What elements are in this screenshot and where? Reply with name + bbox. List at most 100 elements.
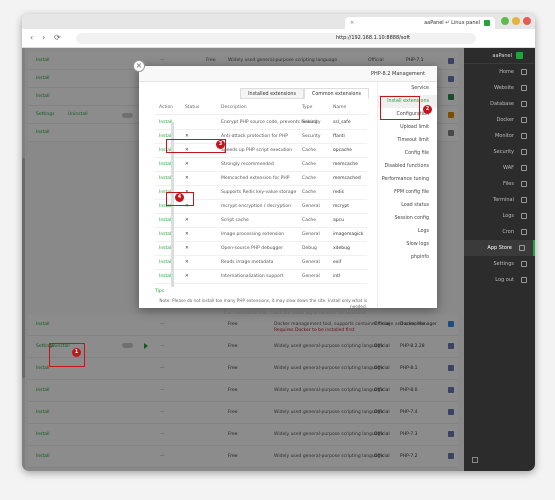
sidebar-item-label: Files: [503, 181, 514, 187]
dialog-menu-item[interactable]: Performance tuning: [378, 173, 437, 186]
sidebar-item[interactable]: Docker: [464, 112, 535, 128]
extension-row: Install ✕ Script cache Cache apcu: [155, 214, 367, 228]
collapse-icon[interactable]: [472, 457, 478, 463]
sidebar-item-label: Log out: [495, 277, 514, 283]
col-status: Status: [185, 105, 200, 110]
extension-type: General: [302, 232, 320, 237]
browser-tab[interactable]: × aaPanel ↵ Linux panel: [345, 17, 495, 29]
sidebar-item-label: Home: [499, 69, 514, 75]
dialog-menu-item[interactable]: Slow logs: [378, 238, 437, 251]
docker-icon: [521, 117, 527, 123]
extension-description: Speeds up PHP script execution: [221, 148, 293, 153]
extension-type: General: [302, 274, 320, 279]
logout-icon: [521, 277, 527, 283]
extension-row: Install ✕ Reads image metadata General exif: [155, 256, 367, 270]
callout-badge-4: 4: [175, 193, 184, 202]
shield-icon: [521, 149, 527, 155]
footer-note: Note: Please do not install too many PHP…: [155, 298, 367, 316]
extension-row: Install ✕ Open-source PHP debugger Debug xde…: [155, 242, 367, 256]
sidebar-item[interactable]: Cron: [464, 224, 535, 240]
extension-description: Strongly recommended: [221, 162, 274, 167]
monitor-icon: [521, 133, 527, 139]
dialog-menu-item[interactable]: Logs: [378, 225, 437, 238]
sidebar-item[interactable]: Security: [464, 144, 535, 160]
extension-name: ssl_safe: [333, 120, 351, 125]
sidebar-item[interactable]: Logs: [464, 208, 535, 224]
dialog-menu-item[interactable]: phpinfo: [378, 251, 437, 264]
dialog-menu-item[interactable]: Disabled functions: [378, 160, 437, 173]
extension-subtab[interactable]: Common extensions: [303, 88, 369, 99]
extension-description: mcrypt encryption / decryption: [221, 204, 291, 209]
forward-button[interactable]: ›: [42, 33, 45, 42]
extension-status: ✕: [185, 176, 189, 181]
tab-bar: × aaPanel ↵ Linux panel: [22, 14, 535, 29]
sidebar-item-label: App Store: [487, 245, 512, 251]
sidebar-item[interactable]: Terminal: [464, 192, 535, 208]
extension-description: Anti-attack protection for PHP: [221, 134, 288, 139]
log-icon: [521, 213, 527, 219]
extension-row: Install Encrypt PHP source code, prevents…: [155, 116, 367, 130]
sidebar-item-label: Website: [494, 85, 514, 91]
extension-name: ffanti: [333, 134, 345, 139]
waf-icon: [521, 165, 527, 171]
url-input[interactable]: http://192.168.1.10:8888/soft: [76, 33, 476, 44]
sidebar-item[interactable]: Monitor: [464, 128, 535, 144]
dialog-menu-item[interactable]: Config file: [378, 147, 437, 160]
extension-row: Install ✕ Strongly recommended Cache memcach…: [155, 158, 367, 172]
extension-description: Supports Redis key-value storage: [221, 190, 297, 195]
callout-box-2: [380, 96, 420, 120]
extension-name: memcached: [333, 176, 361, 181]
dialog-menu-item[interactable]: Upload limit: [378, 121, 437, 134]
tips-link[interactable]: Tips: [155, 289, 164, 294]
window-controls: [501, 17, 531, 25]
dialog-menu-item[interactable]: FPM config file: [378, 186, 437, 199]
sidebar-item-label: WAF: [503, 165, 514, 171]
extension-name: imagemagick: [333, 232, 364, 237]
sidebar-item-label: Monitor: [494, 133, 514, 139]
extension-row: Install ✕ Image processing extension Genera…: [155, 228, 367, 242]
dialog-menu-item[interactable]: Service: [378, 82, 437, 95]
dialog-title: PHP-8.2 Management: [139, 66, 437, 82]
extension-name: redis: [333, 190, 344, 195]
terminal-icon: [521, 197, 527, 203]
dialog-menu-item[interactable]: Session config: [378, 212, 437, 225]
extension-subtab[interactable]: Installed extensions: [240, 88, 304, 99]
sidebar-item[interactable]: Website: [464, 80, 535, 96]
footer-note-line2: If an installation fails, check the inst…: [223, 310, 367, 315]
reload-button[interactable]: ⟳: [54, 33, 61, 42]
sidebar-item-label: Cron: [502, 229, 514, 235]
sidebar-item[interactable]: App Store: [464, 240, 535, 256]
sidebar-item[interactable]: Settings: [464, 256, 535, 272]
close-tab-icon[interactable]: ×: [350, 20, 354, 26]
database-icon: [521, 101, 527, 107]
close-dialog-button[interactable]: ×: [133, 60, 145, 72]
extension-status: ✕: [185, 274, 189, 279]
minimize-button[interactable]: [512, 17, 520, 25]
gear-icon: [521, 261, 527, 267]
sidebar: aaPanel Home Website Database Docker Monitor…: [464, 48, 535, 471]
extension-type: Cache: [302, 190, 316, 195]
callout-badge-2: 2: [423, 105, 432, 114]
footer-note-line1: Note: Please do not install too many PHP…: [159, 298, 367, 309]
address-bar: ‹ › ⟳ http://192.168.1.10:8888/soft: [22, 29, 535, 48]
folder-icon: [521, 181, 527, 187]
dialog-menu-item[interactable]: Load status: [378, 199, 437, 212]
sidebar-item[interactable]: WAF: [464, 160, 535, 176]
extension-status: ✕: [185, 260, 189, 265]
extension-description: Memcached extension for PHP: [221, 176, 290, 181]
sidebar-item[interactable]: Log out: [464, 272, 535, 288]
extension-type: General: [302, 260, 320, 265]
sidebar-item[interactable]: Files: [464, 176, 535, 192]
extension-type: Cache: [302, 176, 316, 181]
sidebar-item[interactable]: Home: [464, 64, 535, 80]
extension-description: Open-source PHP debugger: [221, 246, 283, 251]
back-button[interactable]: ‹: [30, 33, 33, 42]
dialog-menu-item[interactable]: Timeout limit: [378, 134, 437, 147]
extension-status: ✕: [185, 218, 189, 223]
extension-type: Cache: [302, 218, 316, 223]
maximize-button[interactable]: [501, 17, 509, 25]
extension-table-header: Action Status Description Type Name: [155, 105, 367, 115]
sidebar-item[interactable]: Database: [464, 96, 535, 112]
close-window-button[interactable]: [523, 17, 531, 25]
tab-title: aaPanel ↵ Linux panel: [424, 20, 480, 26]
